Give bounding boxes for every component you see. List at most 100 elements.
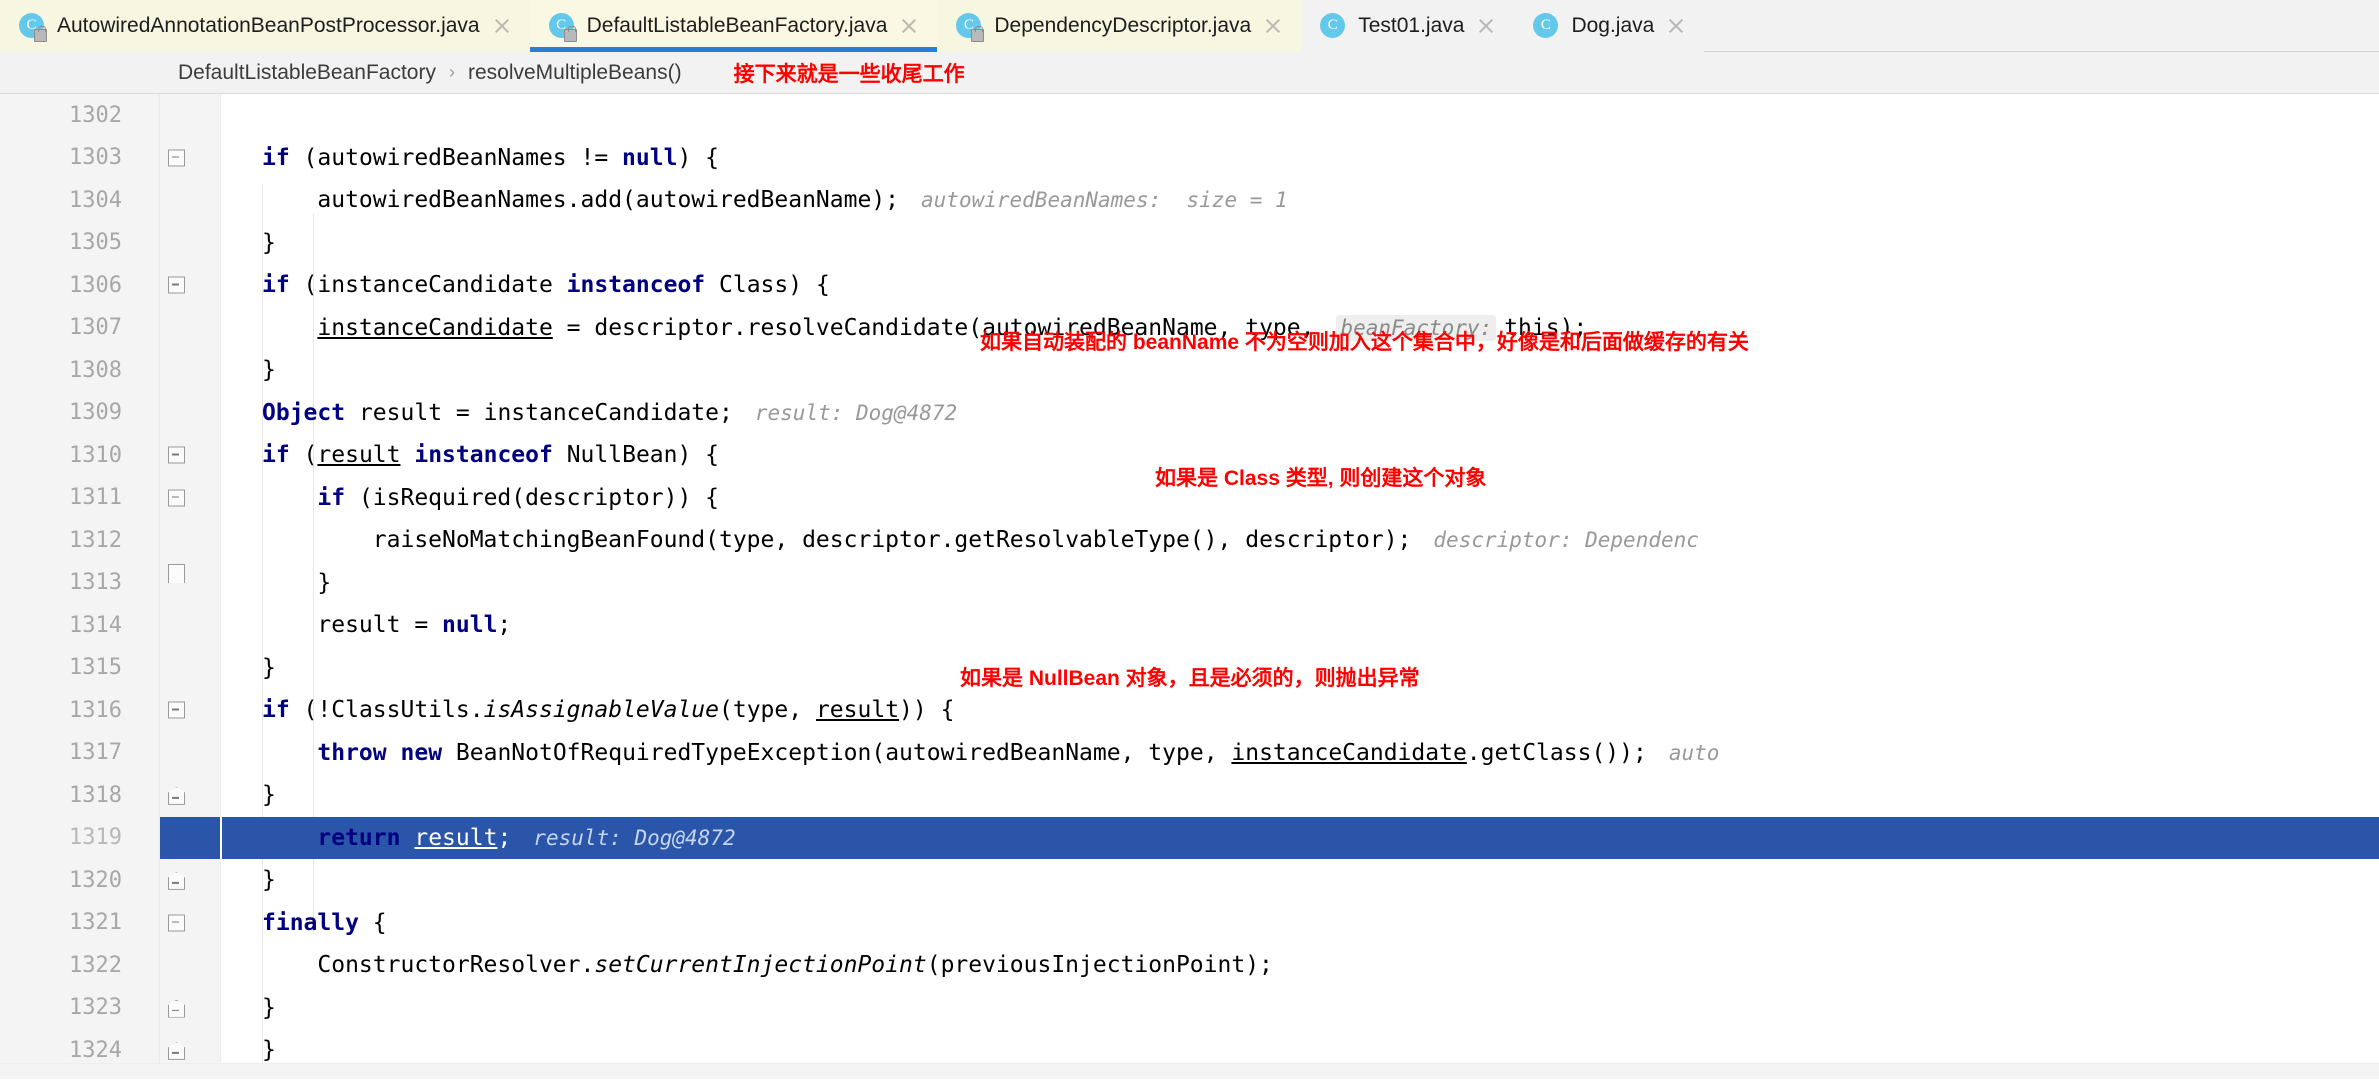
code-identifier: type	[1148, 739, 1204, 766]
code-fold-toggle-icon[interactable]	[168, 701, 185, 719]
code-identifier: BeanNotOfRequiredTypeException	[455, 739, 872, 766]
code-punctuation	[262, 315, 317, 341]
code-text[interactable]: if (autowiredBeanNames != null) {	[220, 145, 2379, 171]
code-text[interactable]: }	[220, 230, 2379, 256]
code-text[interactable]: return result; result: Dog@4872	[220, 825, 2379, 851]
code-line[interactable]: 1312 raiseNoMatchingBeanFound(type, desc…	[0, 519, 2379, 562]
breadcrumb-class[interactable]: DefaultListableBeanFactory	[178, 61, 436, 85]
line-number: 1312	[69, 527, 122, 553]
line-number: 1315	[69, 655, 122, 681]
code-text[interactable]: finally {	[220, 910, 2379, 936]
code-punctuation: (	[719, 697, 733, 724]
code-text[interactable]: throw new BeanNotOfRequiredTypeException…	[220, 740, 2379, 766]
code-punctuation: =	[442, 399, 484, 426]
code-line[interactable]: 1322 ConstructorResolver. setCurrentInjec…	[0, 944, 2379, 987]
code-identifier: resolveCandidate	[746, 314, 969, 341]
code-text[interactable]: result = null;	[220, 612, 2379, 638]
java-class-library-icon: C	[548, 12, 577, 42]
close-icon[interactable]	[1665, 15, 1687, 37]
java-class-icon: C	[1533, 12, 1560, 40]
code-punctuation: (	[705, 527, 719, 554]
code-line[interactable]: 1316 if (! ClassUtils. isAssignableValue(ty…	[0, 689, 2379, 732]
java-class-library-icon: C	[956, 12, 985, 42]
code-punctuation: }	[262, 994, 276, 1021]
code-line[interactable]: 1323}	[0, 987, 2379, 1030]
code-fold-toggle-icon[interactable]	[168, 149, 185, 167]
code-fold-toggle-icon[interactable]	[168, 787, 185, 806]
editor-tab-autowiredannotationbeanpostprocessor[interactable]: C AutowiredAnnotationBeanPostProcessor.ja…	[0, 0, 530, 52]
code-annotation-note: 如果自动装配的 beanName 不为空则加入这个集合中，好像是和后面做缓存的有…	[980, 331, 1749, 354]
code-identifier: result	[317, 612, 401, 639]
code-identifier: instanceCandidate	[317, 314, 553, 341]
code-punctuation: ) {	[677, 144, 719, 171]
editor-tab-dog[interactable]: C Dog.java	[1514, 0, 1705, 52]
code-fold-toggle-icon[interactable]	[168, 872, 185, 891]
code-lines-container: 1302 1303 if (autowiredBeanNames != null) …	[0, 94, 2379, 1072]
breadcrumb-method[interactable]: resolveMultipleBeans()	[468, 61, 682, 85]
debugger-inline-value-hint: result: Dog@4872	[533, 825, 736, 850]
code-punctuation	[401, 442, 415, 468]
code-punctuation: ,	[1203, 739, 1232, 766]
close-icon[interactable]	[491, 15, 513, 37]
editor-tab-dependencydescriptor[interactable]: C DependencyDescriptor.java	[937, 0, 1302, 52]
code-keyword: if	[262, 697, 290, 724]
code-line[interactable]: 1304 autowiredBeanNames. add(autowiredBea…	[0, 179, 2379, 222]
code-identifier: getResolvableType	[954, 527, 1190, 554]
code-fold-toggle-icon[interactable]	[168, 489, 185, 507]
code-text[interactable]: }	[220, 867, 2379, 893]
code-line[interactable]: 1318}	[0, 774, 2379, 817]
code-punctuation: (	[926, 952, 941, 979]
code-text[interactable]: if (instanceCandidate instanceof Class) …	[220, 272, 2379, 298]
code-line[interactable]: 1321 finally {	[0, 902, 2379, 945]
code-identifier: instanceCandidate	[317, 272, 553, 299]
code-line[interactable]: 1305}	[0, 222, 2379, 265]
code-fold-toggle-icon[interactable]	[168, 563, 185, 583]
editor-tab-defaultlistablebeanfactory[interactable]: C DefaultListableBeanFactory.java	[529, 0, 938, 52]
code-line[interactable]: 1313 }	[0, 562, 2379, 605]
code-text[interactable]: }	[220, 357, 2379, 383]
code-editor[interactable]: 1302 1303 if (autowiredBeanNames != null) …	[0, 94, 2379, 1079]
code-text[interactable]: }	[220, 570, 2379, 596]
line-number: 1318	[69, 782, 122, 808]
code-punctuation: ;	[497, 612, 512, 639]
code-fold-toggle-icon[interactable]	[168, 999, 185, 1018]
line-number: 1320	[69, 867, 122, 893]
code-line[interactable]: 1303 if (autowiredBeanNames != null) {	[0, 137, 2379, 180]
code-punctuation: {	[358, 909, 387, 936]
close-icon[interactable]	[1262, 15, 1284, 37]
code-text[interactable]: }	[220, 782, 2379, 808]
code-keyword: throw	[317, 739, 387, 766]
code-line[interactable]: 1309 Object result = instanceCandidate; re…	[0, 392, 2379, 435]
code-punctuation	[262, 952, 317, 978]
code-line-selected[interactable]: 1319 return result; result: Dog@4872	[0, 816, 2379, 859]
code-line[interactable]: 1306 if (instanceCandidate instanceof Cla…	[0, 264, 2379, 307]
code-line[interactable]: 1320}	[0, 859, 2379, 902]
line-number: 1305	[69, 230, 122, 256]
code-punctuation: )) {	[899, 697, 955, 724]
code-text[interactable]: if (! ClassUtils. isAssignableValue(type, …	[220, 697, 2379, 723]
line-number: 1319	[69, 825, 122, 851]
code-line[interactable]: 1302	[0, 94, 2379, 137]
close-icon[interactable]	[898, 15, 920, 37]
code-text[interactable]: autowiredBeanNames. add(autowiredBeanName…	[220, 187, 2379, 213]
code-text[interactable]: ConstructorResolver. setCurrentInjectionP…	[220, 952, 2379, 978]
code-text[interactable]: }	[220, 995, 2379, 1021]
code-fold-toggle-icon[interactable]	[168, 1042, 185, 1061]
code-method: isAssignableValue	[483, 697, 719, 724]
code-punctuation: .	[469, 697, 484, 724]
editor-tab-label: Test01.java	[1358, 14, 1465, 37]
code-line[interactable]: 1317 throw new BeanNotOfRequiredTypeExce…	[0, 732, 2379, 775]
code-fold-toggle-icon[interactable]	[168, 276, 185, 294]
code-fold-toggle-icon[interactable]	[168, 914, 185, 932]
line-number: 1304	[69, 187, 122, 213]
close-icon[interactable]	[1475, 15, 1497, 37]
editor-tab-test01[interactable]: C Test01.java	[1301, 0, 1515, 52]
code-text[interactable]: }	[220, 1037, 2379, 1063]
code-line[interactable]: 1314 result = null;	[0, 604, 2379, 647]
code-punctuation	[442, 740, 456, 766]
code-punctuation	[553, 272, 567, 298]
code-text[interactable]: raiseNoMatchingBeanFound(type, descripto…	[220, 527, 2379, 553]
code-punctuation: (	[622, 187, 636, 214]
code-text[interactable]: Object result = instanceCandidate; result…	[220, 400, 2379, 426]
code-fold-toggle-icon[interactable]	[168, 446, 185, 464]
